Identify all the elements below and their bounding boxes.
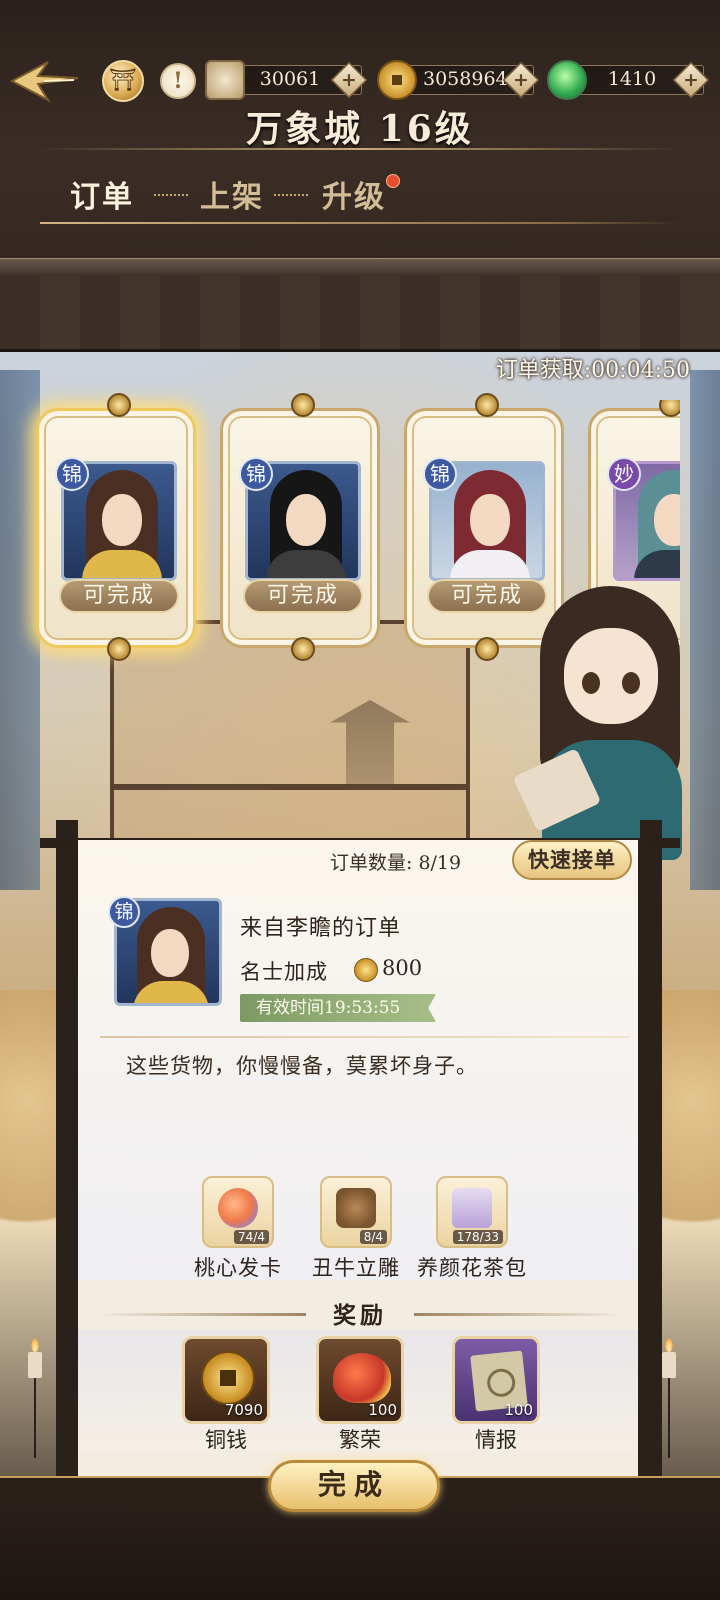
- back-arrow-icon: [9, 61, 79, 103]
- tab-separator: [154, 194, 188, 196]
- left-drape: [0, 370, 40, 890]
- required-item[interactable]: 74/4: [202, 1176, 274, 1248]
- complete-button[interactable]: 完成: [268, 1460, 440, 1512]
- divider: [100, 1036, 630, 1038]
- reward-count: 7090: [224, 1401, 263, 1419]
- tea-pack-icon: [452, 1188, 492, 1228]
- reward-name: 铜钱: [205, 1428, 247, 1452]
- card-knob: [107, 637, 131, 661]
- reward-copper[interactable]: 7090: [182, 1336, 270, 1424]
- tab-upgrade[interactable]: 升级: [322, 172, 386, 216]
- resource-scroll: 30061 +: [205, 60, 368, 100]
- back-button[interactable]: [8, 58, 82, 104]
- chibi-character: [512, 580, 702, 860]
- add-scroll-button[interactable]: +: [330, 61, 368, 99]
- required-item[interactable]: 178/33: [436, 1176, 508, 1248]
- status-label: 可完成: [243, 579, 363, 613]
- copper-coin-icon: [354, 958, 378, 982]
- title-divider: [40, 148, 680, 150]
- bonus-label: 名士加成: [240, 960, 328, 984]
- tab-separator: [274, 194, 308, 196]
- tab-bar: 订单 上架 升级: [62, 172, 662, 222]
- tier-badge: 锦: [423, 457, 457, 491]
- divider: [414, 1313, 624, 1316]
- quick-accept-button[interactable]: 快速接单: [512, 840, 632, 880]
- resource-copper: 3058964 +: [377, 60, 540, 100]
- item-count: 178/33: [452, 1230, 503, 1244]
- tier-badge: 妙: [607, 457, 641, 491]
- order-count: 订单数量: 8/19: [330, 852, 462, 874]
- card-knob: [475, 637, 499, 661]
- plus-icon: +: [341, 69, 357, 91]
- candle-icon: [28, 1338, 42, 1458]
- resource-value: 3058964: [423, 68, 508, 90]
- reward-count: 100: [368, 1401, 397, 1419]
- ox-statue-icon: [336, 1188, 376, 1228]
- card-knob: [107, 393, 131, 417]
- reward-header: 奖励: [96, 1300, 624, 1329]
- plus-icon: +: [513, 69, 529, 91]
- tab-shelf[interactable]: 上架: [200, 172, 264, 216]
- reward-name: 情报: [475, 1428, 517, 1452]
- bonus-value: 800: [382, 956, 423, 980]
- validity-timer: 有效时间19:53:55: [240, 994, 436, 1022]
- reward-name: 繁荣: [339, 1428, 381, 1452]
- card-knob: [291, 393, 315, 417]
- resource-value: 30061: [259, 68, 321, 90]
- candle-icon: [662, 1338, 676, 1458]
- status-label: 可完成: [59, 579, 179, 613]
- customer-quote: 这些货物，你慢慢备，莫累坏身子。: [126, 1054, 478, 1078]
- order-refresh-timer: 订单获取:00:04:50: [495, 358, 690, 383]
- tier-badge: 锦: [55, 457, 89, 491]
- resource-value: 1410: [607, 68, 657, 90]
- copper-coin-icon: [201, 1351, 255, 1405]
- plus-icon: +: [683, 69, 699, 91]
- tier-badge: 锦: [239, 457, 273, 491]
- item-count: 8/4: [359, 1230, 387, 1244]
- reward-prosperity[interactable]: 100: [316, 1336, 404, 1424]
- city-icon[interactable]: [102, 60, 144, 102]
- add-copper-button[interactable]: +: [502, 61, 540, 99]
- card-knob: [659, 400, 680, 417]
- order-source: 来自李瞻的订单: [240, 916, 402, 941]
- folding-screen: [110, 620, 470, 850]
- reward-intel[interactable]: 100: [452, 1336, 540, 1424]
- required-item-name: 养颜花茶包: [417, 1256, 527, 1280]
- prosperity-icon: [333, 1353, 391, 1403]
- notification-badge: [386, 174, 400, 188]
- hairpin-icon: [218, 1188, 258, 1228]
- reward-count: 100: [504, 1401, 533, 1419]
- order-card[interactable]: 锦 可完成: [36, 393, 196, 661]
- card-knob: [291, 637, 315, 661]
- scroll-icon: [205, 60, 245, 100]
- card-knob: [475, 393, 499, 417]
- jade-icon: [547, 60, 587, 100]
- tier-badge: 锦: [108, 896, 140, 928]
- copper-coin-icon: [377, 60, 417, 100]
- info-icon[interactable]: !: [160, 63, 196, 99]
- order-card[interactable]: 锦 可完成: [220, 393, 380, 661]
- item-count: 74/4: [234, 1230, 269, 1244]
- add-jade-button[interactable]: +: [672, 61, 710, 99]
- resource-jade: 1410 +: [547, 60, 710, 100]
- required-item[interactable]: 8/4: [320, 1176, 392, 1248]
- tab-orders[interactable]: 订单: [70, 172, 134, 216]
- page-title: 万象城 16级: [246, 108, 474, 150]
- decorative-band: [0, 276, 720, 352]
- tab-underline: [40, 222, 680, 224]
